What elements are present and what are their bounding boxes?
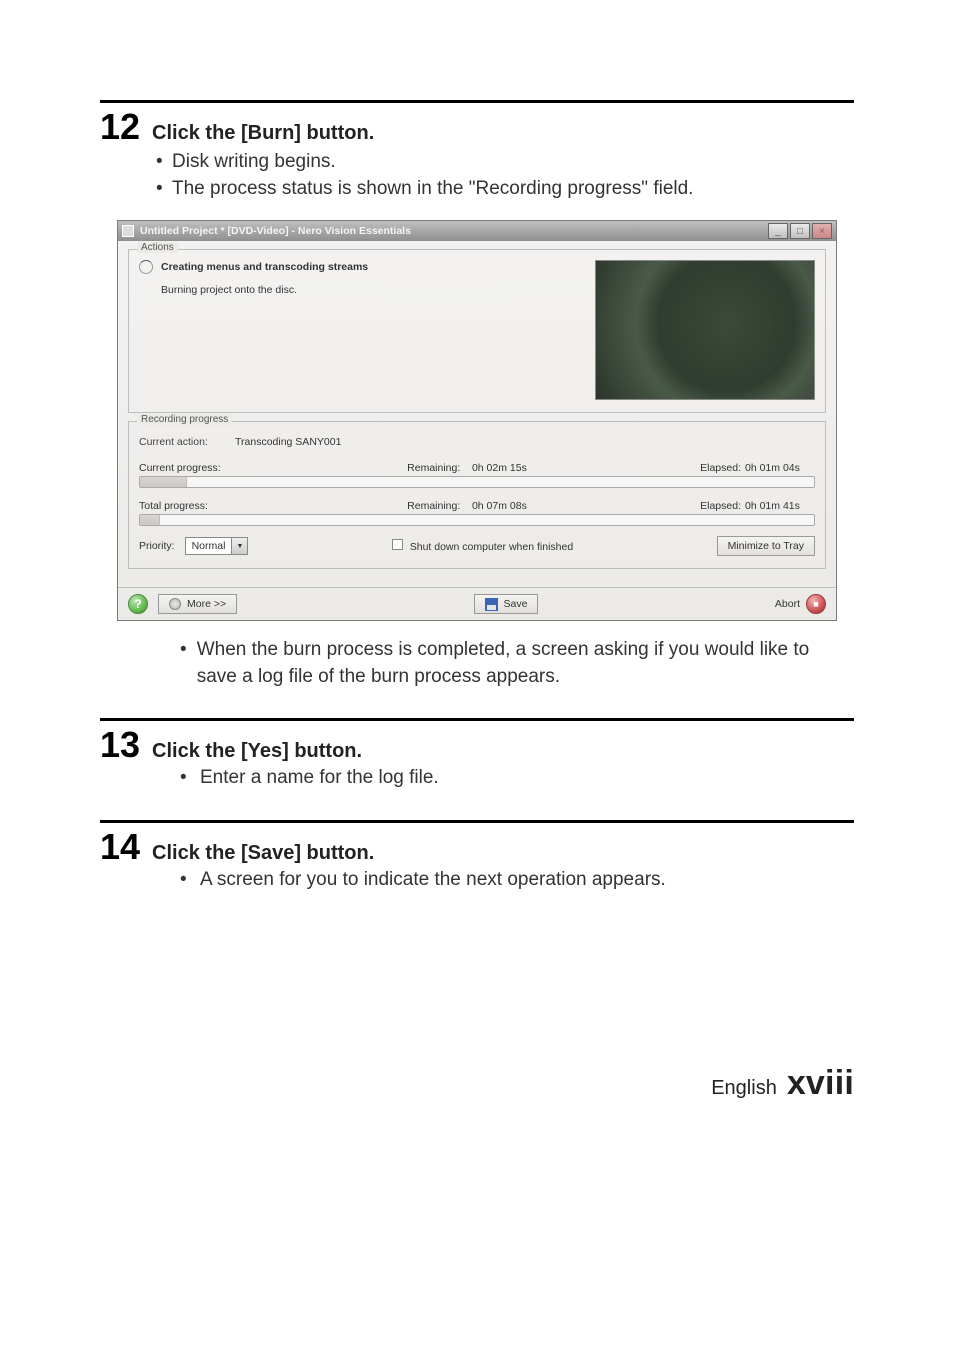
bullet-text: When the burn process is completed, a sc…	[197, 637, 854, 690]
bullet-dot: •	[156, 149, 166, 176]
step-12: 12 Click the [Burn] button. • Disk writi…	[100, 100, 854, 690]
step-bullets: • A screen for you to indicate the next …	[180, 867, 854, 894]
current-progress-label: Current progress:	[139, 462, 249, 474]
save-button[interactable]: Save	[474, 594, 539, 614]
shutdown-label: Shut down computer when finished	[410, 541, 573, 553]
window-body: Actions Creating menus and transcoding s…	[118, 241, 836, 587]
help-button[interactable]: ?	[128, 594, 148, 614]
elapsed-label: Elapsed:	[685, 500, 745, 512]
bullet-dot: •	[180, 867, 190, 894]
step-sub-bullets: • When the burn process is completed, a …	[180, 637, 854, 690]
group-label: Recording progress	[137, 414, 232, 425]
step-bullets: • Disk writing begins. • The process sta…	[156, 149, 854, 202]
bullet-dot: •	[180, 637, 187, 690]
priority-dropdown[interactable]: Normal ▼	[185, 537, 249, 555]
step-bullets: • Enter a name for the log file.	[180, 765, 854, 792]
bullet-dot: •	[156, 176, 166, 203]
current-remaining-value: 0h 02m 15s	[472, 462, 527, 474]
actions-text: Creating menus and transcoding streams B…	[139, 260, 581, 296]
step-head: 12 Click the [Burn] button.	[100, 109, 854, 145]
chevron-down-icon: ▼	[231, 538, 247, 554]
save-icon	[485, 598, 498, 611]
window-titlebar: Untitled Project * [DVD-Video] - Nero Vi…	[118, 221, 836, 241]
more-button[interactable]: More >>	[158, 594, 237, 614]
minimize-to-tray-label: Minimize to Tray	[728, 540, 804, 552]
group-label: Actions	[137, 242, 178, 253]
maximize-button[interactable]: □	[790, 223, 810, 239]
shutdown-option[interactable]: Shut down computer when finished	[258, 539, 706, 553]
step-number: 12	[100, 109, 140, 145]
bullet-item: • When the burn process is completed, a …	[180, 637, 854, 690]
bullet-item: • A screen for you to indicate the next …	[180, 867, 854, 894]
current-action-label: Current action:	[139, 436, 229, 448]
actions-group: Actions Creating menus and transcoding s…	[128, 249, 826, 413]
bullet-text: A screen for you to indicate the next op…	[200, 867, 666, 894]
elapsed-label: Elapsed:	[685, 462, 745, 474]
page-footer: English xviii	[100, 1064, 854, 1103]
total-progress-labels: Total progress: Remaining: 0h 07m 08s El…	[139, 500, 815, 512]
step-title: Click the [Yes] button.	[152, 740, 362, 763]
bullet-item: • Enter a name for the log file.	[180, 765, 854, 792]
bullet-text: The process status is shown in the "Reco…	[172, 176, 693, 203]
abort-label: Abort	[775, 598, 800, 610]
footer-page-number: xviii	[787, 1064, 854, 1103]
footer-language: English	[711, 1077, 777, 1100]
priority-label: Priority:	[139, 540, 175, 552]
total-remaining-value: 0h 07m 08s	[472, 500, 527, 512]
close-button[interactable]: ×	[812, 223, 832, 239]
bullet-text: Disk writing begins.	[172, 149, 336, 176]
checkbox-icon	[392, 539, 403, 550]
current-progress-bar	[139, 476, 815, 488]
app-icon	[122, 225, 134, 237]
step-title: Click the [Save] button.	[152, 842, 374, 865]
priority-value: Normal	[186, 540, 232, 552]
video-preview	[595, 260, 815, 400]
current-action-value: Transcoding SANY001	[235, 436, 341, 448]
current-elapsed-value: 0h 01m 04s	[745, 462, 815, 474]
step-head: 13 Click the [Yes] button.	[100, 727, 854, 763]
step-14: 14 Click the [Save] button. • A screen f…	[100, 820, 854, 894]
recording-progress-group: Recording progress Current action: Trans…	[128, 421, 826, 569]
document-page: 12 Click the [Burn] button. • Disk writi…	[0, 0, 954, 1143]
more-label: More >>	[187, 598, 226, 610]
total-progress-label: Total progress:	[139, 500, 249, 512]
bullet-dot: •	[180, 765, 190, 792]
actions-line-2: Burning project onto the disc.	[161, 284, 581, 296]
remaining-label: Remaining:	[407, 462, 460, 474]
step-number: 14	[100, 829, 140, 865]
window-controls: _ □ ×	[768, 223, 832, 239]
disc-icon	[169, 598, 181, 610]
bullet-text: Enter a name for the log file.	[200, 765, 439, 792]
step-number: 13	[100, 727, 140, 763]
remaining-label: Remaining:	[407, 500, 460, 512]
abort-button[interactable]: ■	[806, 594, 826, 614]
window-title: Untitled Project * [DVD-Video] - Nero Vi…	[140, 225, 762, 237]
bullet-item: • Disk writing begins.	[156, 149, 854, 176]
spinner-icon	[139, 260, 153, 274]
minimize-to-tray-button[interactable]: Minimize to Tray	[717, 536, 815, 556]
save-label: Save	[504, 598, 528, 610]
nero-window: Untitled Project * [DVD-Video] - Nero Vi…	[117, 220, 837, 621]
window-footer: ? More >> Save Abort ■	[118, 587, 836, 620]
actions-line-1: Creating menus and transcoding streams	[161, 261, 368, 273]
recording-bottom-row: Priority: Normal ▼ Shut down computer wh…	[139, 536, 815, 556]
step-head: 14 Click the [Save] button.	[100, 829, 854, 865]
minimize-button[interactable]: _	[768, 223, 788, 239]
current-action-row: Current action: Transcoding SANY001	[139, 436, 815, 448]
bullet-item: • The process status is shown in the "Re…	[156, 176, 854, 203]
step-title: Click the [Burn] button.	[152, 122, 374, 145]
step-13: 13 Click the [Yes] button. • Enter a nam…	[100, 718, 854, 792]
total-progress-bar	[139, 514, 815, 526]
total-elapsed-value: 0h 01m 41s	[745, 500, 815, 512]
current-progress-labels: Current progress: Remaining: 0h 02m 15s …	[139, 462, 815, 474]
